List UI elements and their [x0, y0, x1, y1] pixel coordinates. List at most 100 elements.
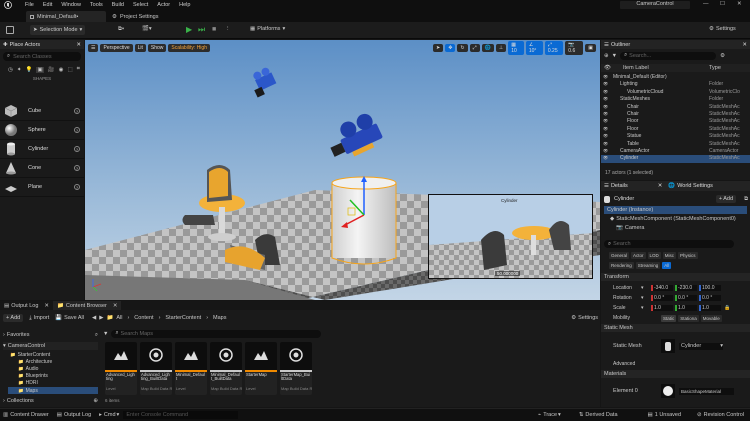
outliner-row[interactable]: 👁 Lighting Folder: [601, 81, 750, 88]
chevron-down-icon[interactable]: ▾: [641, 305, 651, 311]
shapes-icon[interactable]: ▣: [36, 66, 44, 73]
cat-lod[interactable]: LOD: [647, 252, 661, 259]
add-filter-icon[interactable]: ⊕: [604, 53, 609, 59]
outliner-row[interactable]: 👁 Cylinder StaticMeshAc: [601, 155, 750, 163]
outliner-settings-icon[interactable]: ⚙: [720, 53, 725, 59]
menu-select[interactable]: Select: [133, 2, 148, 8]
add-component-button[interactable]: + Add: [715, 195, 737, 203]
viewport-layout-icon[interactable]: ▣: [585, 43, 597, 52]
cmd-dropdown[interactable]: ▸ Cmd ▾: [99, 412, 119, 418]
blueprint-icon[interactable]: ⧉: [744, 196, 748, 203]
world-space-icon[interactable]: 🌐: [481, 43, 494, 52]
cinematic-icon[interactable]: 🎥: [48, 67, 55, 73]
location-z[interactable]: 100.0: [699, 285, 721, 291]
stop-icon[interactable]: ■: [212, 26, 216, 33]
close-tab-icon[interactable]: ✕: [742, 42, 747, 48]
viewport-menu-icon[interactable]: ☰: [88, 43, 99, 52]
cat-all[interactable]: All: [662, 262, 672, 269]
tab-level[interactable]: Minimal_Default•: [26, 11, 106, 22]
mobility-movable[interactable]: Movable: [700, 314, 722, 322]
cb-add-button[interactable]: + Add: [3, 314, 24, 322]
outliner-row[interactable]: 👁 CameraActor CameraActor: [601, 148, 750, 155]
visibility-icon[interactable]: 👁: [603, 148, 608, 153]
outliner-row[interactable]: 👁 Floor StaticMeshAc: [601, 118, 750, 125]
add-collection-icon[interactable]: ⊕: [93, 398, 98, 404]
rotation-z[interactable]: 0.0 °: [699, 295, 721, 301]
revision-control-button[interactable]: ⊘ Revision Control: [697, 412, 744, 418]
tab-project-settings[interactable]: ⚙ Project Settings: [110, 11, 158, 22]
play-icon[interactable]: ▶: [186, 25, 192, 34]
chevron-down-icon[interactable]: ▾: [641, 285, 651, 291]
forward-icon[interactable]: ▶: [99, 315, 103, 321]
menu-edit[interactable]: Edit: [43, 2, 52, 8]
scale-x[interactable]: 1.0: [651, 305, 673, 311]
menu-build[interactable]: Build: [112, 2, 124, 8]
close-tab-icon[interactable]: ✕: [76, 42, 81, 48]
play-next-icon[interactable]: ⏭: [198, 25, 205, 35]
close-tab-icon[interactable]: ✕: [658, 183, 663, 189]
asset-tile[interactable]: Minimal_Default Level: [175, 342, 207, 395]
mobility-static[interactable]: Static: [661, 314, 677, 322]
close-button[interactable]: ✕: [737, 1, 742, 7]
rotate-icon[interactable]: ↻: [457, 43, 468, 52]
platforms-button[interactable]: ▦ Platforms ▾: [250, 26, 285, 32]
help-icon[interactable]: ?: [74, 108, 80, 114]
search-icon[interactable]: ⌕: [95, 332, 98, 339]
asset-tile[interactable]: StarterMap Level: [245, 342, 277, 395]
location-x[interactable]: -340.0: [651, 285, 673, 291]
visibility-icon[interactable]: 👁: [603, 126, 608, 131]
materials-section[interactable]: Materials: [601, 370, 750, 378]
visibility-icon[interactable]: 👁: [603, 118, 608, 123]
folder-tree-item[interactable]: 📁 Maps: [8, 386, 98, 395]
lock-icon[interactable]: 🔒: [724, 305, 730, 311]
advanced-row[interactable]: Advanced: [613, 361, 635, 367]
help-icon[interactable]: ?: [74, 165, 80, 171]
cinematics-icon[interactable]: 🎬▾: [142, 26, 152, 32]
folder-tree-item[interactable]: 📁 StarterContent: [8, 351, 98, 358]
filter-icon[interactable]: ▼: [103, 331, 108, 337]
rot-snap-button[interactable]: ∠ 10°: [525, 40, 543, 55]
menu-tools[interactable]: Tools: [90, 2, 103, 8]
visibility-icon[interactable]: 👁: [603, 141, 608, 146]
column-type[interactable]: Type: [709, 65, 721, 71]
volumes-icon[interactable]: ⬚: [68, 67, 73, 73]
help-icon[interactable]: ?: [74, 127, 80, 133]
folder-tree-item[interactable]: 📁 Audio: [8, 365, 98, 372]
asset-tile[interactable]: Advanced_Lighting_BuiltData Map Build Dat…: [140, 342, 172, 395]
perspective-button[interactable]: Perspective: [100, 43, 133, 52]
save-all-button[interactable]: 💾 Save All: [55, 315, 84, 321]
column-item-label[interactable]: Item Label: [623, 65, 649, 71]
favorites-header[interactable]: › Favorites ⌕: [3, 331, 98, 339]
rotation-x[interactable]: 0.0 °: [651, 295, 673, 301]
visibility-icon[interactable]: 👁: [603, 96, 608, 101]
scale-z[interactable]: 1.0: [699, 305, 721, 311]
cat-physics[interactable]: Physics: [678, 252, 698, 259]
static-mesh-dropdown[interactable]: Cylinder ▾: [679, 342, 723, 350]
visibility-icon[interactable]: 👁: [603, 133, 608, 138]
instance-row[interactable]: Cylinder (Instance): [604, 206, 747, 214]
camera-component-row[interactable]: 📷 Camera: [616, 224, 644, 232]
menu-actor[interactable]: Actor: [157, 2, 170, 8]
menu-window[interactable]: Window: [61, 2, 81, 8]
surface-snap-icon[interactable]: ⊥: [495, 43, 507, 52]
rotation-y[interactable]: 0.0 °: [675, 295, 697, 301]
shape-sphere[interactable]: Sphere?: [0, 121, 84, 140]
chevron-down-icon[interactable]: ▾: [641, 295, 651, 301]
details-search[interactable]: ⌕ Search: [604, 240, 734, 248]
save-icon[interactable]: [6, 26, 14, 34]
status-output-log[interactable]: ▤ Output Log: [57, 412, 91, 418]
basic-icon[interactable]: ✦: [17, 67, 22, 73]
location-y[interactable]: -230.0: [675, 285, 697, 291]
lights-icon[interactable]: 💡: [26, 67, 33, 73]
visual-icon[interactable]: ◉: [59, 67, 64, 73]
menu-file[interactable]: File: [25, 2, 34, 8]
world-settings-tab[interactable]: 🌐 World Settings: [668, 183, 713, 189]
content-drawer-button[interactable]: ▥ Content Drawer: [3, 412, 49, 418]
help-icon[interactable]: ?: [74, 146, 80, 152]
visibility-icon[interactable]: 👁: [603, 104, 608, 109]
selection-mode-button[interactable]: ➤ Selection Mode ▾: [30, 25, 86, 35]
cat-general[interactable]: General: [609, 252, 630, 259]
visibility-icon[interactable]: 👁: [603, 74, 608, 79]
derived-data-button[interactable]: ⇅ Derived Data: [579, 412, 618, 418]
level-viewport[interactable]: ☰ Perspective Lit Show Scalability: High…: [85, 40, 600, 300]
